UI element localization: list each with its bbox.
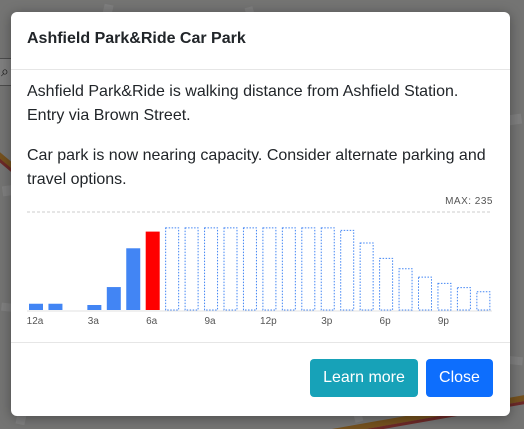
- bar-forecast-hour-20: [418, 276, 432, 311]
- x-tick-label-12a: 12a: [27, 316, 44, 327]
- bar-forecast-hour-7: [165, 227, 180, 311]
- bar-forecast-hour-23: [476, 291, 491, 311]
- bar-forecast-hour-10: [223, 227, 238, 311]
- x-tick-label-3a: 3a: [88, 316, 100, 327]
- bar-past-hour-5: [126, 248, 141, 310]
- bar-forecast-hour-8: [184, 227, 199, 311]
- location-description: Ashfield Park&Ride is walking distance f…: [27, 83, 459, 124]
- carpark-info-dialog: Ashfield Park&Ride Car Park Ashfield Par…: [11, 12, 510, 416]
- x-tick-label-12p: 12p: [260, 316, 277, 327]
- x-tick-label-9a: 9a: [204, 316, 216, 327]
- bar-forecast-hour-9: [204, 227, 219, 311]
- bar-forecast-hour-13: [281, 227, 296, 311]
- bar-forecast-hour-11: [242, 227, 257, 311]
- occupancy-chart-svg: MAX: 235 12a 3a 6a 9a 12p 3p 6p 9p: [27, 196, 493, 327]
- bar-current-hour-6: [145, 231, 160, 310]
- modal-header: Ashfield Park&Ride Car Park: [11, 12, 510, 70]
- x-tick-label-9p: 9p: [438, 316, 450, 327]
- bar-past-hour-3: [87, 304, 102, 310]
- bar-past-hour-4: [106, 287, 121, 310]
- max-capacity-label: MAX: 235: [445, 196, 493, 207]
- bar-forecast-hour-15: [320, 227, 335, 311]
- bar-past-hour-0: [29, 303, 43, 310]
- bar-forecast-hour-21: [437, 282, 452, 311]
- modal-footer: Learn more Close: [11, 342, 510, 417]
- close-button[interactable]: Close: [426, 359, 493, 397]
- bar-forecast-hour-17: [359, 242, 374, 311]
- x-tick-label-6a: 6a: [146, 316, 158, 327]
- bar-forecast-hour-16: [340, 229, 355, 311]
- learn-more-button[interactable]: Learn more: [310, 359, 418, 397]
- bar-forecast-hour-19: [398, 268, 413, 311]
- x-tick-label-6p: 6p: [380, 316, 392, 327]
- modal-title: Ashfield Park&Ride Car Park: [27, 30, 246, 47]
- x-tick-label-3p: 3p: [321, 316, 333, 327]
- bar-forecast-hour-14: [301, 227, 316, 311]
- occupancy-chart: MAX: 235 12a 3a 6a 9a 12p 3p 6p 9p: [27, 189, 494, 329]
- bar-forecast-hour-22: [456, 287, 471, 311]
- bar-forecast-hour-12: [262, 227, 277, 311]
- capacity-warning: Car park is now nearing capacity. Consid…: [27, 147, 486, 188]
- bar-forecast-hour-18: [379, 257, 394, 311]
- bar-past-hour-1: [48, 303, 63, 310]
